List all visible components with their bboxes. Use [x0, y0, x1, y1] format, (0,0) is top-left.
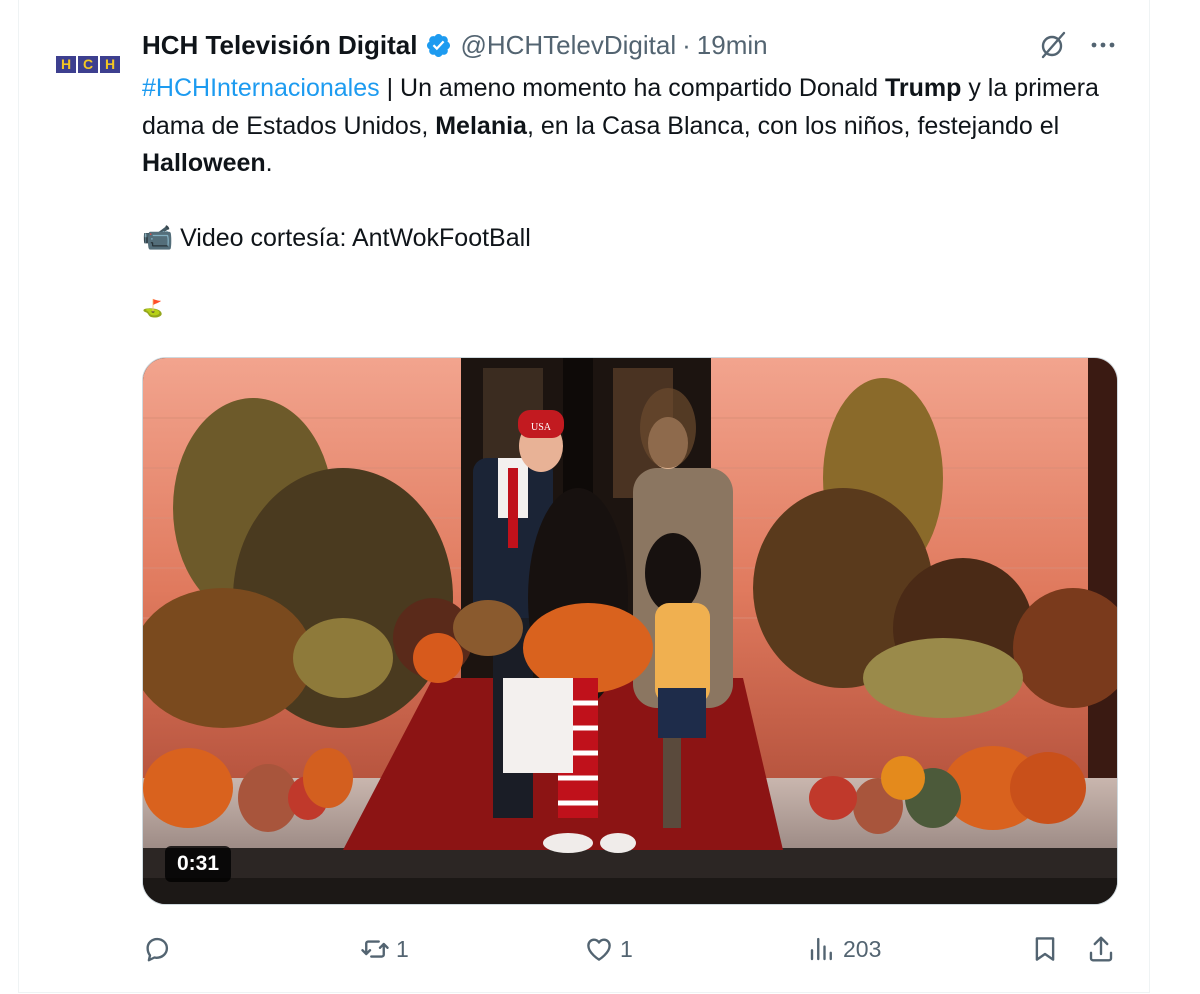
grok-icon[interactable] — [1038, 30, 1068, 60]
views-count: 203 — [843, 935, 882, 962]
share-button[interactable] — [1086, 926, 1116, 972]
video-camera-icon: 📹 — [142, 223, 174, 252]
bookmark-button[interactable] — [1030, 926, 1060, 972]
text-span: | Un ameno momento ha compartido Donald — [379, 74, 885, 102]
author-handle[interactable]: @HCHTelevDigital — [460, 30, 676, 61]
like-count: 1 — [620, 935, 633, 962]
tweet-timestamp[interactable]: 19min — [697, 30, 768, 61]
credit-line: 📹 Video cortesía: AntWokFootBall — [142, 220, 1117, 258]
flag-icon: ⛳ — [142, 299, 164, 318]
share-icon — [1089, 936, 1113, 962]
bookmark-icon — [1035, 937, 1055, 961]
like-button[interactable]: 1 — [584, 926, 633, 972]
flag-line: ⛳ — [142, 294, 1117, 324]
header-separator: · — [682, 29, 691, 60]
bold-text: Halloween — [142, 149, 266, 177]
retweet-button[interactable]: 1 — [360, 926, 409, 972]
tweet-paragraph: #HCHInternacionales | Un ameno momento h… — [142, 70, 1117, 183]
logo-letter: H — [56, 55, 76, 73]
author-display-name[interactable]: HCH Televisión Digital — [142, 30, 417, 61]
hashtag-link[interactable]: #HCHInternacionales — [142, 74, 380, 102]
hat-text: USA — [531, 422, 552, 433]
text-span: . — [265, 149, 273, 177]
views-chart-icon — [810, 937, 832, 961]
logo-letter: H — [100, 55, 120, 73]
retweet-count: 1 — [396, 935, 409, 962]
hch-logo: H C H — [56, 55, 120, 73]
tweet-text: #HCHInternacionales | Un ameno momento h… — [142, 70, 1117, 324]
reply-button[interactable] — [142, 926, 178, 972]
views-button[interactable]: 203 — [807, 926, 881, 972]
video-duration: 0:31 — [165, 846, 232, 882]
credit-text: Video cortesía: AntWokFootBall — [173, 223, 531, 252]
logo-letter: C — [78, 55, 98, 73]
more-options-icon[interactable] — [1088, 30, 1118, 60]
author-avatar[interactable]: H C H — [52, 28, 124, 100]
retweet-icon — [361, 940, 389, 958]
video-player[interactable]: USA — [142, 357, 1118, 905]
heart-icon — [587, 938, 611, 961]
bold-text: Melania — [435, 111, 527, 140]
text-span: , en la Casa Blanca, con los niños, fest… — [526, 111, 1060, 140]
bold-text: Trump — [885, 74, 962, 102]
tweet-header: HCH Televisión Digital @HCHTelevDigital … — [142, 28, 768, 62]
tweet-action-bar: 1 1 203 — [142, 926, 1118, 972]
video-thumbnail: USA — [143, 358, 1117, 904]
verified-badge-icon[interactable] — [425, 32, 452, 59]
reply-icon — [146, 937, 169, 962]
